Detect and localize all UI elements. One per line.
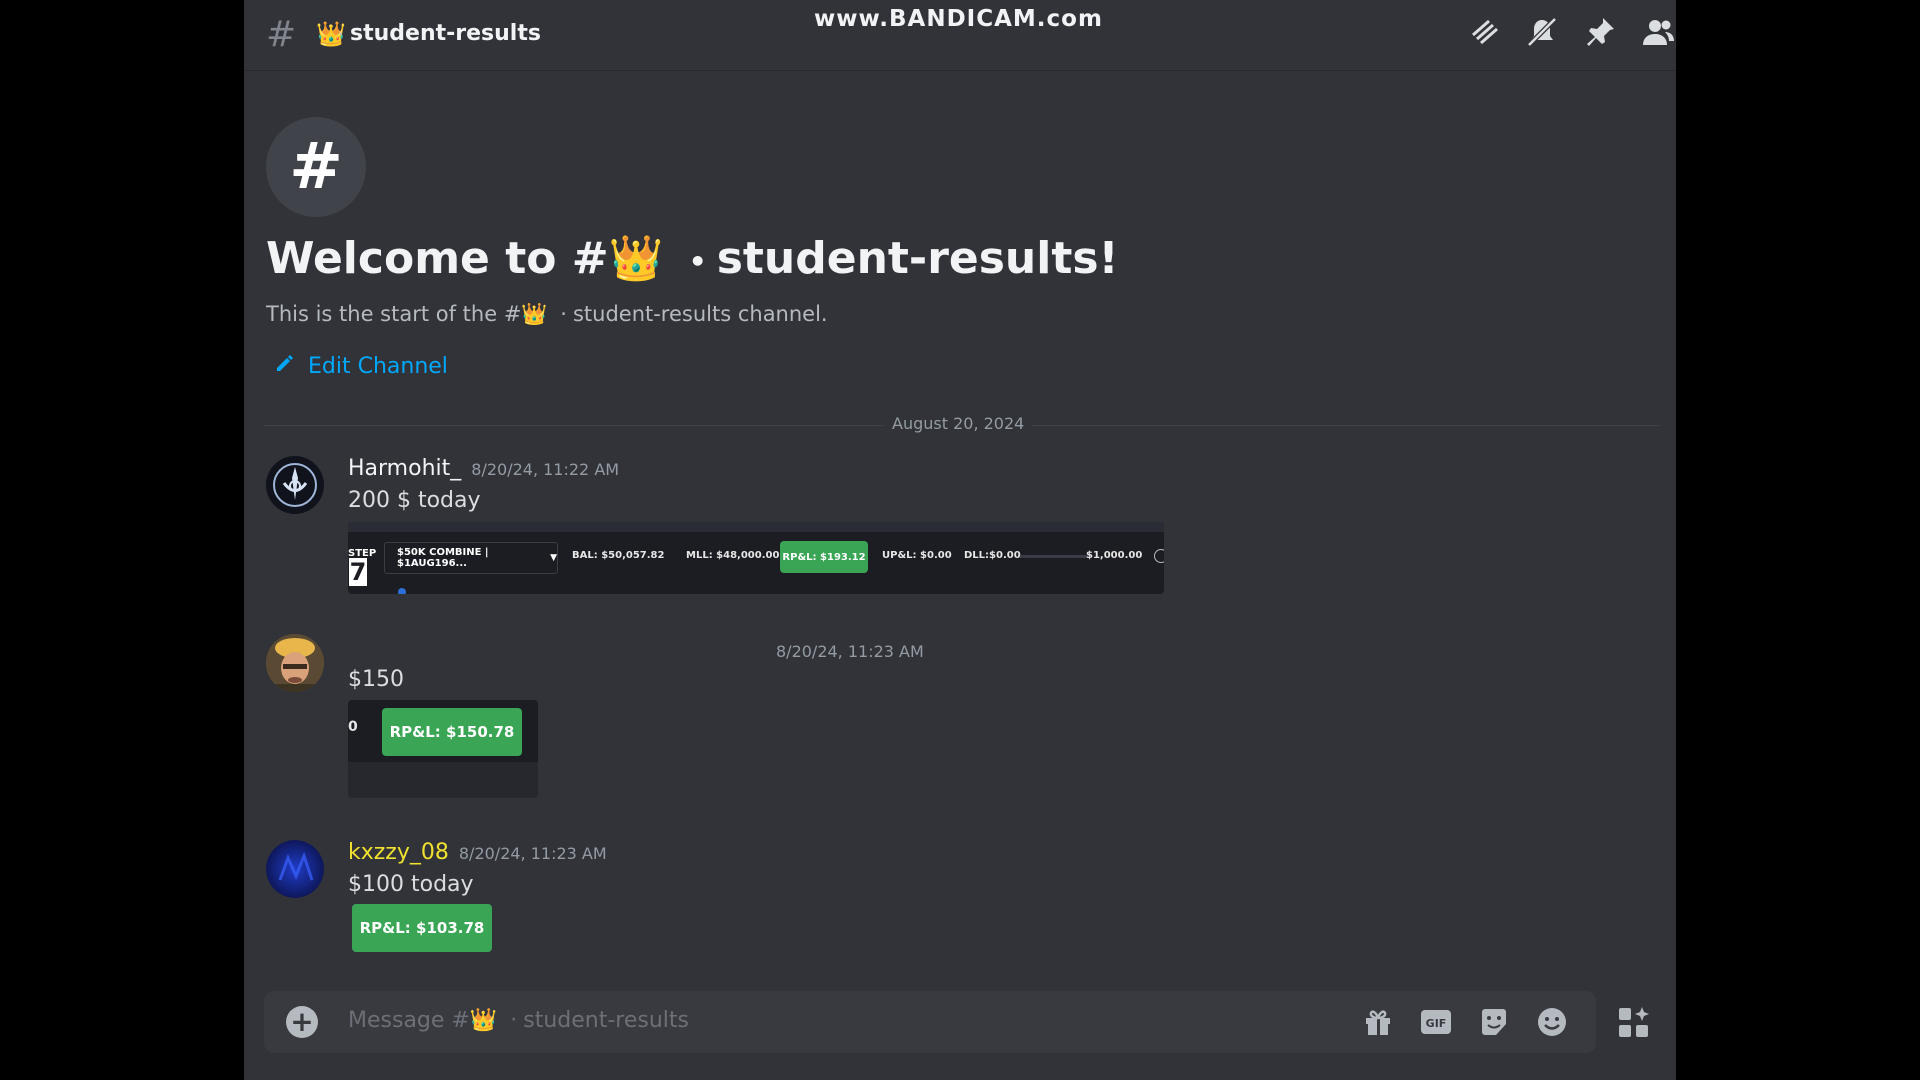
hashtag-icon: # xyxy=(266,14,297,55)
status-dot-icon xyxy=(398,588,406,594)
separator-dot: · xyxy=(510,1008,518,1033)
placeholder-suffix: student-results xyxy=(523,1008,690,1033)
pencil-icon xyxy=(274,352,296,380)
message-header: Harmohit_ 8/20/24, 11:22 AM xyxy=(348,456,619,481)
subtitle-suffix: student-results channel. xyxy=(572,302,828,326)
image-attachment[interactable]: 0 RP&L: $150.78 xyxy=(348,700,538,798)
channel-hash-avatar: # xyxy=(266,117,366,217)
crown-emoji: 👑 xyxy=(521,302,548,326)
image-attachment[interactable]: RP&L: $103.78 xyxy=(352,904,492,954)
message-text: 200 $ today xyxy=(348,488,481,513)
crown-emoji: 👑 xyxy=(608,233,664,284)
message-timestamp: 8/20/24, 11:22 AM xyxy=(471,460,620,479)
author-name[interactable]: kxzzy_08 xyxy=(348,840,449,865)
message-timestamp: 8/20/24, 11:23 AM xyxy=(458,844,607,863)
rpl-stat: RP&L: $150.78 xyxy=(382,708,522,756)
separator-dot: • xyxy=(688,244,707,278)
composer-tools: GIF xyxy=(1360,1004,1570,1040)
gif-icon[interactable]: GIF xyxy=(1418,1004,1454,1040)
mll-stat: MLL: $48,000.00 xyxy=(686,550,780,561)
message-timestamp: 8/20/24, 11:23 AM xyxy=(776,642,924,661)
threads-icon[interactable] xyxy=(1466,14,1502,50)
message: 8/20/24, 11:23 AM $150 0 RP&L: $150.78 xyxy=(266,634,1646,804)
account-dropdown: $50K COMBINE | $1AUG196... ▼ xyxy=(384,542,558,574)
date-divider-label: August 20, 2024 xyxy=(884,414,1033,433)
upl-stat: UP&L: $0.00 xyxy=(882,550,952,561)
author-name[interactable]: Harmohit_ xyxy=(348,456,461,481)
pin-icon[interactable] xyxy=(1582,14,1618,50)
account-label: $50K COMBINE | $1AUG196... xyxy=(397,547,489,569)
balance-stat: BAL: $50,057.82 xyxy=(572,550,665,561)
notifications-muted-icon[interactable] xyxy=(1524,14,1560,50)
message-input[interactable]: Message #👑 · student-results xyxy=(348,1008,689,1033)
dll-max-stat: $1,000.00 xyxy=(1086,550,1143,561)
step-number: 7 xyxy=(349,558,367,586)
crown-emoji: 👑 xyxy=(469,1008,498,1033)
channel-name[interactable]: student-results xyxy=(350,21,541,46)
placeholder-prefix: Message # xyxy=(348,1008,470,1033)
header-toolbar xyxy=(1466,14,1676,50)
avatar[interactable] xyxy=(266,840,324,898)
rpl-stat: RP&L: $103.78 xyxy=(352,904,492,952)
clock-icon xyxy=(1154,549,1164,563)
welcome-heading: Welcome to #👑 • student-results! xyxy=(266,232,1119,284)
attachment-prefix: 0 xyxy=(348,719,358,735)
svg-text:GIF: GIF xyxy=(1426,1017,1447,1030)
separator-dot: · xyxy=(560,302,567,326)
edit-channel-link[interactable]: Edit Channel xyxy=(274,352,448,380)
separator-dot: · xyxy=(338,24,344,45)
recording-watermark: www.BANDICAM.com xyxy=(814,6,1103,32)
dll-stat: DLL:$0.00 xyxy=(964,550,1021,561)
chevron-down-icon: ▼ xyxy=(550,553,557,563)
welcome-prefix: Welcome to # xyxy=(266,233,609,284)
channel-start-text: This is the start of the #👑 · student-res… xyxy=(266,302,828,327)
members-icon[interactable] xyxy=(1640,14,1676,50)
message: kxzzy_08 8/20/24, 11:23 AM $100 today RP&… xyxy=(266,840,1646,960)
rpl-stat: RP&L: $193.12 xyxy=(780,541,868,573)
message: Harmohit_ 8/20/24, 11:22 AM 200 $ today S… xyxy=(266,456,1646,596)
gift-icon[interactable] xyxy=(1360,1004,1396,1040)
discord-channel-view: # 👑 · student-results www.BANDICAM.com #… xyxy=(244,0,1676,1080)
avatar[interactable] xyxy=(266,634,324,692)
message-text: $150 xyxy=(348,667,404,692)
message-header: kxzzy_08 8/20/24, 11:23 AM xyxy=(348,840,607,865)
image-attachment[interactable]: STEP 7 $50K COMBINE | $1AUG196... ▼ BAL:… xyxy=(348,522,1164,594)
attachment-top-strip xyxy=(348,522,1164,532)
welcome-suffix: student-results! xyxy=(716,233,1119,284)
avatar[interactable] xyxy=(266,456,324,514)
sticker-icon[interactable] xyxy=(1476,1004,1512,1040)
dll-progress-bar xyxy=(1020,555,1090,558)
subtitle-prefix: This is the start of the # xyxy=(266,302,522,326)
edit-channel-label: Edit Channel xyxy=(308,353,448,379)
message-composer[interactable]: + Message #👑 · student-results GIF xyxy=(264,991,1596,1053)
emoji-icon[interactable] xyxy=(1534,1004,1570,1040)
plus-icon[interactable]: + xyxy=(286,1006,318,1038)
message-text: $100 today xyxy=(348,872,474,897)
channel-header: # 👑 · student-results www.BANDICAM.com xyxy=(244,0,1676,71)
apps-icon[interactable] xyxy=(1616,1005,1652,1041)
